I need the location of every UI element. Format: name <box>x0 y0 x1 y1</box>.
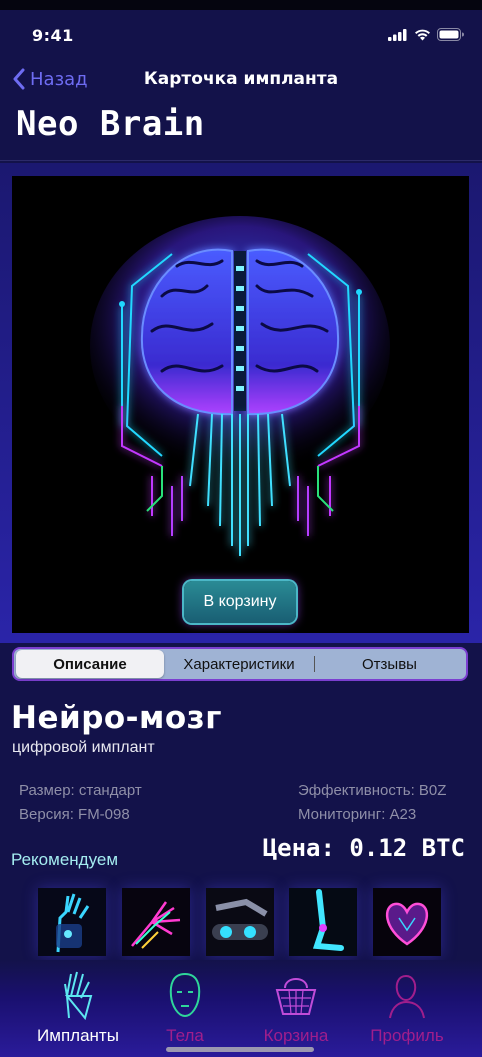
robotic-arm-icon <box>206 888 274 956</box>
recommend-strip <box>0 880 482 960</box>
battery-icon <box>437 28 464 41</box>
tabbar-implants[interactable]: Импланты <box>18 970 138 1046</box>
specs-left: Размер: стандарт Версия: FM-098 <box>19 779 142 827</box>
back-label: Назад <box>30 68 88 90</box>
spec-size: Размер: стандарт <box>19 782 142 799</box>
basket-icon <box>275 978 317 1015</box>
tab-description[interactable]: Описание <box>16 650 164 678</box>
tab-specs[interactable]: Характеристики <box>164 650 314 678</box>
status-icons <box>388 28 464 41</box>
hero-section <box>0 163 482 643</box>
heart-icon <box>373 888 441 956</box>
spec-monitoring: Мониторинг: A23 <box>298 806 417 823</box>
back-button[interactable]: Назад <box>12 68 88 90</box>
rec-robotic-hand[interactable] <box>38 888 106 956</box>
recommend-label: Рекомендуем <box>11 850 119 869</box>
product-name: Нейро-мозг <box>11 700 222 736</box>
tab-bar: Импланты Тела Корзина Профиль <box>0 960 482 1057</box>
add-to-cart-button[interactable]: В корзину <box>184 581 296 623</box>
rec-robot-leg[interactable] <box>289 888 357 956</box>
brain-chip-icon <box>90 216 390 556</box>
spec-efficiency: Эффективность: B0Z <box>298 782 447 799</box>
hero-image <box>12 176 469 633</box>
neon-hand-icon <box>122 888 190 956</box>
tabbar-bodies[interactable]: Тела <box>125 970 245 1046</box>
status-time: 9:41 <box>32 26 74 45</box>
robot-leg-icon <box>289 888 357 956</box>
spec-version: Версия: FM-098 <box>19 806 130 823</box>
rec-neon-hand[interactable] <box>122 888 190 956</box>
face-icon <box>169 972 201 1018</box>
tabbar-bodies-label: Тела <box>166 1026 204 1045</box>
wifi-icon <box>415 29 430 40</box>
tab-reviews[interactable]: Отзывы <box>315 650 464 678</box>
rec-neon-heart[interactable] <box>373 888 441 956</box>
tabbar-profile-label: Профиль <box>370 1026 444 1045</box>
divider <box>0 160 482 161</box>
nav-bar: Карточка импланта Назад <box>0 58 482 102</box>
page-title: Neo Brain <box>16 104 205 144</box>
tabbar-profile[interactable]: Профиль <box>347 970 467 1046</box>
top-strip <box>0 0 482 10</box>
specs-right: Эффективность: B0Z Мониторинг: A23 <box>298 779 446 827</box>
status-bar: 9:41 <box>0 10 482 58</box>
signal-icon <box>388 28 407 41</box>
robotic-hand-icon <box>38 888 106 956</box>
hand-icon <box>64 971 93 1021</box>
chevron-left-icon <box>13 68 25 90</box>
tabbar-cart-label: Корзина <box>263 1026 329 1045</box>
segmented-tabs: Описание Характеристики Отзывы <box>12 647 468 681</box>
profile-icon <box>389 974 425 1019</box>
product-subtitle: цифровой имплант <box>12 739 155 756</box>
rec-robotic-arm[interactable] <box>206 888 274 956</box>
home-indicator <box>166 1047 314 1052</box>
tabbar-cart[interactable]: Корзина <box>236 970 356 1046</box>
tabbar-implants-label: Импланты <box>37 1026 119 1045</box>
price: Цена: 0.12 BTC <box>262 834 465 862</box>
